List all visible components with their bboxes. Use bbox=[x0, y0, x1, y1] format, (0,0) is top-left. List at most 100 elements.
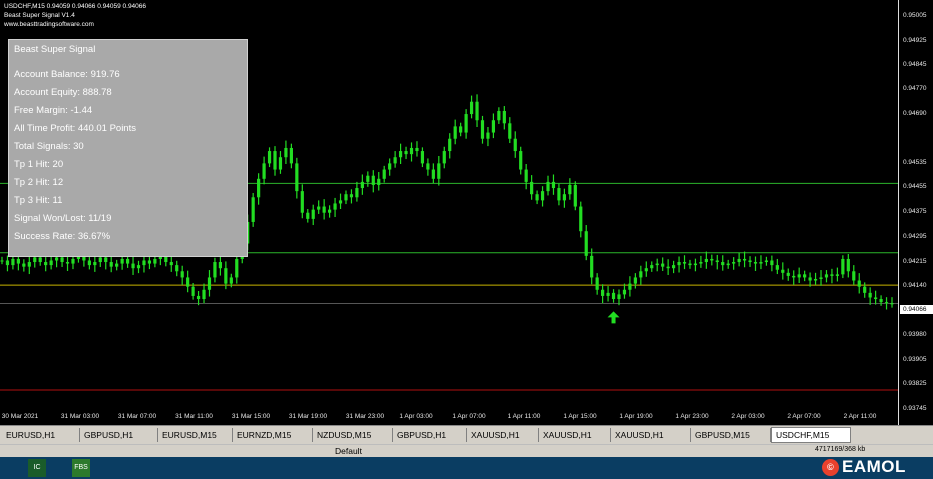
fbs-app-icon[interactable]: FBS bbox=[72, 459, 90, 477]
candle bbox=[639, 265, 643, 285]
candle bbox=[759, 255, 763, 270]
tab-xauusd-h1-3[interactable]: XAUUSD,H1 bbox=[611, 428, 691, 442]
tab-usdchf-m15[interactable]: USDCHF,M15 bbox=[771, 427, 851, 443]
candle bbox=[628, 276, 632, 297]
candle bbox=[884, 297, 889, 310]
candle bbox=[437, 155, 441, 186]
candle bbox=[382, 165, 386, 183]
candle bbox=[579, 201, 583, 238]
time-tick: 2 Apr 03:00 bbox=[731, 413, 765, 420]
candle bbox=[262, 156, 266, 185]
candle bbox=[431, 163, 435, 184]
candle bbox=[546, 175, 550, 196]
candle bbox=[852, 265, 856, 285]
candle bbox=[442, 146, 446, 169]
tab-eurusd-h1[interactable]: EURUSD,H1 bbox=[2, 428, 80, 442]
candle bbox=[857, 273, 861, 294]
time-tick: 31 Mar 03:00 bbox=[60, 413, 100, 420]
candle bbox=[235, 254, 239, 284]
tab-gbpusd-h1[interactable]: GBPUSD,H1 bbox=[80, 428, 158, 442]
candle bbox=[590, 248, 594, 285]
ic-markets-app-icon[interactable]: IC bbox=[28, 459, 46, 477]
candle bbox=[448, 133, 452, 159]
time-tick: 1 Apr 07:00 bbox=[452, 413, 486, 420]
candle bbox=[278, 151, 283, 174]
candle bbox=[409, 142, 414, 162]
candle bbox=[562, 188, 566, 208]
panel-row-account-equity: Account Equity: 888.78 bbox=[14, 87, 112, 98]
candle bbox=[289, 143, 293, 169]
candle bbox=[650, 261, 654, 272]
price-tick: 0.94770 bbox=[903, 85, 927, 92]
candle bbox=[693, 258, 698, 272]
price-tick: 0.94295 bbox=[903, 233, 927, 240]
candle bbox=[824, 270, 829, 283]
candle bbox=[726, 259, 730, 269]
price-tick: 0.94375 bbox=[903, 208, 927, 215]
tab-xauusd-h1-2[interactable]: XAUUSD,H1 bbox=[539, 428, 611, 442]
tab-eurusd-m15[interactable]: EURUSD,M15 bbox=[158, 428, 233, 442]
candle bbox=[770, 255, 774, 272]
candle bbox=[355, 181, 359, 202]
chart-tabs: EURUSD,H1 GBPUSD,H1 EURUSD,M15 EURNZD,M1… bbox=[0, 425, 933, 444]
price-tick: 0.93825 bbox=[903, 380, 927, 387]
candle bbox=[175, 260, 179, 277]
price-tick: 0.95005 bbox=[903, 12, 927, 19]
price-tick: 0.94535 bbox=[903, 159, 927, 166]
candle bbox=[218, 256, 223, 276]
tab-nzdusd-m15[interactable]: NZDUSD,M15 bbox=[313, 428, 393, 442]
candle bbox=[251, 192, 255, 227]
candle bbox=[666, 259, 670, 275]
price-tick: 0.94140 bbox=[903, 282, 927, 289]
candle bbox=[186, 270, 190, 293]
candle bbox=[677, 256, 681, 273]
candle bbox=[317, 200, 321, 214]
time-tick: 1 Apr 11:00 bbox=[507, 413, 541, 420]
candle bbox=[644, 261, 648, 277]
candle bbox=[633, 273, 637, 289]
indicator-website: www.beasttradingsoftware.com bbox=[4, 21, 94, 28]
candle bbox=[5, 255, 10, 272]
candle bbox=[273, 146, 277, 176]
panel-row-all-time-profit: All Time Profit: 440.01 Points bbox=[14, 123, 136, 134]
time-tick: 31 Mar 23:00 bbox=[345, 413, 385, 420]
tab-xauusd-h1[interactable]: XAUUSD,H1 bbox=[467, 428, 539, 442]
candle bbox=[764, 256, 769, 266]
candle bbox=[781, 262, 785, 280]
candle bbox=[93, 254, 97, 272]
candle bbox=[404, 146, 408, 160]
candle bbox=[737, 252, 741, 267]
price-chart[interactable]: USDCHF,M15 0.94059 0.94066 0.94059 0.940… bbox=[0, 0, 898, 425]
tab-eurnzd-m15[interactable]: EURNZD,M15 bbox=[233, 428, 313, 442]
time-tick: 31 Mar 19:00 bbox=[288, 413, 328, 420]
candle bbox=[366, 171, 370, 187]
taskbar: IC FBS bbox=[0, 457, 933, 479]
time-axis: 30 Mar 2021 31 Mar 03:00 31 Mar 07:00 31… bbox=[0, 410, 898, 425]
price-tick: 0.94845 bbox=[903, 61, 927, 68]
tab-gbpusd-h1-2[interactable]: GBPUSD,H1 bbox=[393, 428, 467, 442]
candle bbox=[393, 151, 397, 168]
price-axis[interactable]: 0.95005 0.94925 0.94845 0.94770 0.94690 … bbox=[898, 0, 933, 425]
candle bbox=[486, 127, 490, 147]
eamol-logo-icon: © bbox=[822, 458, 839, 476]
symbol-header: USDCHF,M15 0.94059 0.94066 0.94059 0.940… bbox=[4, 3, 147, 10]
candle bbox=[453, 119, 457, 145]
candle bbox=[349, 189, 354, 204]
tab-gbpusd-m15[interactable]: GBPUSD,M15 bbox=[691, 428, 771, 442]
traffic-readout: 4717169/368 kb bbox=[815, 446, 866, 453]
time-tick: 31 Mar 11:00 bbox=[175, 413, 213, 420]
candle bbox=[551, 174, 556, 195]
price-tick: 0.93980 bbox=[903, 331, 927, 338]
candle bbox=[584, 225, 588, 261]
panel-row-tp3-hit: Tp 3 Hit: 11 bbox=[14, 195, 63, 206]
candle bbox=[360, 174, 364, 195]
candle bbox=[513, 131, 517, 158]
candle bbox=[497, 107, 501, 124]
candle bbox=[568, 178, 572, 200]
current-price-label: 0.94066 bbox=[900, 305, 933, 314]
candle bbox=[661, 257, 665, 271]
price-tick: 0.94925 bbox=[903, 37, 927, 44]
candle bbox=[398, 143, 403, 164]
candle bbox=[420, 147, 425, 168]
candle bbox=[131, 256, 135, 275]
